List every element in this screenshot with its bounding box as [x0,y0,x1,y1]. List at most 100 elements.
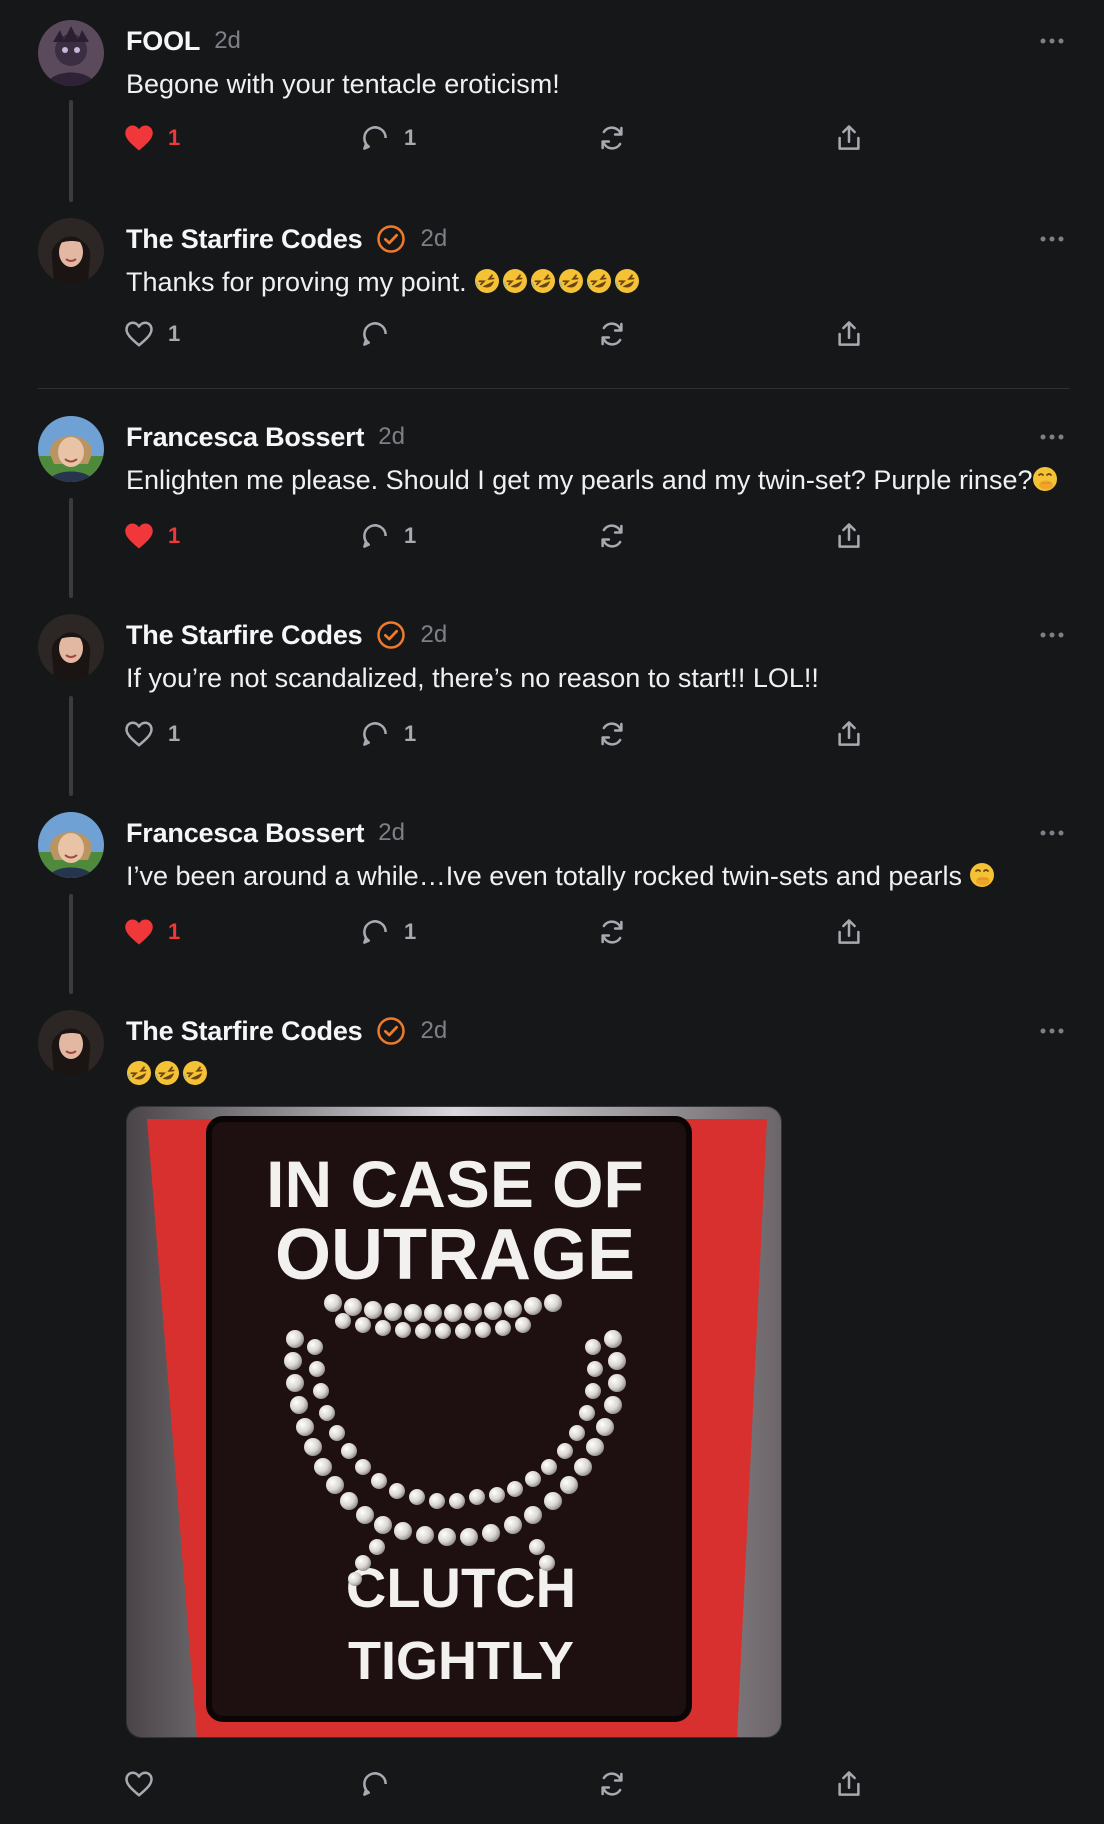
reply-button[interactable]: 1 [360,518,416,554]
post-text-content: Enlighten me please. Should I get my pea… [126,465,1033,495]
post-text: Enlighten me please. Should I get my pea… [126,462,1074,498]
reply-button[interactable]: 1 [360,716,416,752]
share-icon [838,321,860,346]
post-actions: 1 1 [124,120,884,156]
heart-filled-icon [125,523,153,549]
post-header: The Starfire Codes 2d [126,1014,447,1048]
reply-count: 1 [404,523,417,548]
more-options-icon[interactable] [1034,224,1070,254]
more-options-icon[interactable] [1034,422,1070,452]
comment-icon [363,524,387,548]
rolling-on-floor-laughing-emoji-icon [474,268,500,294]
like-button[interactable]: 1 [124,120,180,156]
like-count: 1 [168,523,181,548]
more-options-icon[interactable] [1034,818,1070,848]
share-button[interactable] [834,914,864,950]
like-button[interactable]: 1 [124,914,180,950]
post: The Starfire Codes 2d IN CASE OF OUTRAGE… [0,990,1104,1824]
avatar[interactable] [38,218,104,284]
comment-icon [363,722,387,746]
author-name[interactable]: The Starfire Codes [126,1016,363,1047]
author-name[interactable]: The Starfire Codes [126,620,363,651]
like-button[interactable]: 1 [124,316,180,352]
like-count: 1 [168,721,181,746]
avatar[interactable] [38,1010,104,1076]
comment-icon [363,126,387,150]
avatar[interactable] [38,416,104,482]
share-icon [838,125,860,150]
emoji-group [474,267,642,297]
avatar[interactable] [38,812,104,878]
post-text: If you’re not scandalized, there’s no re… [126,660,1074,696]
timestamp: 2d [420,225,448,252]
thread-line [69,696,73,796]
post-text: Begone with your tentacle eroticism! [126,66,1074,102]
repost-button[interactable] [597,316,627,352]
post: Francesca Bossert 2d I’ve been around a … [0,792,1104,994]
like-button[interactable]: 1 [124,716,180,752]
post-text-content: Begone with your tentacle eroticism! [126,69,560,99]
thread-line [69,100,73,202]
avatar[interactable] [38,614,104,680]
like-button[interactable]: 1 [124,518,180,554]
post: FOOL 2d Begone with your tentacle erotic… [0,0,1104,202]
repost-icon [601,322,623,346]
post: The Starfire Codes 2d If you’re not scan… [0,594,1104,796]
more-options-icon[interactable] [1034,1016,1070,1046]
post-header: Francesca Bossert 2d [126,816,405,850]
heart-outline-icon [125,321,153,347]
comment-icon [363,322,387,346]
author-name[interactable]: Francesca Bossert [126,818,364,849]
repost-button[interactable] [597,914,627,950]
reply-button[interactable] [360,316,404,352]
share-icon [838,523,860,548]
post-actions: 1 1 [124,914,884,950]
avatar[interactable] [38,20,104,86]
reply-count: 1 [404,125,417,150]
share-button[interactable] [834,120,864,156]
post: Francesca Bossert 2d Enlighten me please… [0,396,1104,598]
timestamp: 2d [378,423,405,450]
like-count: 1 [168,125,181,150]
repost-button[interactable] [597,120,627,156]
like-button[interactable] [124,1766,168,1802]
timestamp: 2d [214,27,241,54]
share-button[interactable] [834,316,864,352]
thread-line [69,498,73,598]
repost-button[interactable] [597,1766,627,1802]
heart-outline-icon [125,1771,153,1797]
share-button[interactable] [834,1766,864,1802]
author-name[interactable]: The Starfire Codes [126,224,363,255]
image-text-line4: TIGHTLY [348,1631,574,1691]
repost-icon [601,722,623,746]
rolling-on-floor-laughing-emoji-icon [614,268,640,294]
post-header: Francesca Bossert 2d [126,420,405,454]
timestamp: 2d [420,1017,448,1044]
share-button[interactable] [834,716,864,752]
author-name[interactable]: Francesca Bossert [126,422,364,453]
author-name[interactable]: FOOL [126,26,200,57]
image-text-line2: OUTRAGE [275,1215,635,1295]
repost-button[interactable] [597,716,627,752]
verified-badge-icon [376,1016,406,1046]
like-count: 1 [168,919,181,944]
rolling-on-floor-laughing-emoji-icon [182,1060,208,1086]
timestamp: 2d [420,621,448,648]
rolling-on-floor-laughing-emoji-icon [502,268,528,294]
post-image[interactable]: IN CASE OF OUTRAGE CLUTCH TIGHTLY [126,1106,782,1738]
reply-button[interactable]: 1 [360,914,416,950]
reply-button[interactable] [360,1766,404,1802]
share-icon [838,919,860,944]
verified-badge-icon [376,224,406,254]
post-actions: 1 1 [124,716,884,752]
more-options-icon[interactable] [1034,26,1070,56]
rolling-on-floor-laughing-emoji-icon [530,268,556,294]
post-actions [124,1766,884,1802]
reply-button[interactable]: 1 [360,120,416,156]
repost-button[interactable] [597,518,627,554]
post-actions: 1 [124,316,884,352]
rolling-on-floor-laughing-emoji-icon [126,1060,152,1086]
more-options-icon[interactable] [1034,620,1070,650]
share-button[interactable] [834,518,864,554]
rolling-on-floor-laughing-emoji-icon [586,268,612,294]
